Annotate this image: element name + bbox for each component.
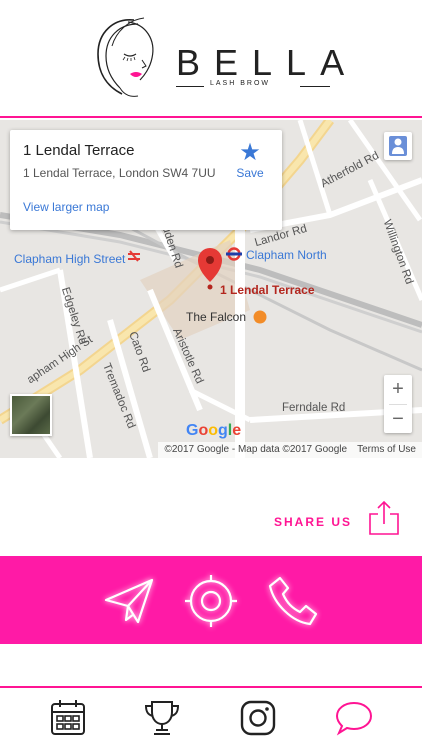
send-message-button[interactable] xyxy=(102,574,156,628)
info-card-address: 1 Lendal Terrace, London SW4 7UU xyxy=(23,166,216,180)
call-button[interactable] xyxy=(266,574,320,628)
map-pin-label: 1 Lendal Terrace xyxy=(220,283,315,297)
tab-bar-divider xyxy=(0,686,422,688)
map-attribution: ©2017 Google - Map data ©2017 Google xyxy=(164,444,348,455)
star-icon: ★ xyxy=(239,139,261,166)
calendar-icon xyxy=(51,700,85,735)
embedded-map[interactable]: Clapham High Street Clapham North 1 Lend… xyxy=(0,120,422,458)
zoom-out-button[interactable]: − xyxy=(384,405,412,434)
satellite-toggle[interactable] xyxy=(10,394,52,436)
face-logo-icon xyxy=(97,17,154,97)
map-attribution-bar: ©2017 Google - Map data ©2017 Google Term… xyxy=(158,442,422,458)
pegman-icon xyxy=(389,136,407,156)
trophy-icon xyxy=(144,701,180,735)
instagram-icon xyxy=(240,700,276,736)
info-card-title: 1 Lendal Terrace xyxy=(23,142,135,159)
app-header: BELLA LASH BROW xyxy=(0,0,422,118)
tab-rewards[interactable] xyxy=(142,698,182,738)
view-larger-map-link[interactable]: View larger map xyxy=(23,200,109,214)
share-us-label: SHARE US xyxy=(274,515,353,529)
header-divider xyxy=(0,116,422,118)
zoom-in-button[interactable]: + xyxy=(384,375,412,404)
save-location-button[interactable]: ★ Save xyxy=(230,140,270,188)
brand-name: BELLA xyxy=(176,42,359,83)
map-label-ferndale-rd: Ferndale Rd xyxy=(282,402,346,414)
map-label-clapham-north: Clapham North xyxy=(246,248,327,262)
share-icon xyxy=(369,500,399,535)
google-logo: Google xyxy=(186,422,242,439)
tagline-divider-right xyxy=(300,86,330,87)
terms-of-use-link[interactable]: Terms of Use xyxy=(357,444,416,455)
brand-tagline: LASH BROW xyxy=(210,80,271,87)
get-directions-button[interactable] xyxy=(184,574,238,628)
map-label-the-falcon: The Falcon xyxy=(186,310,247,324)
phone-icon xyxy=(268,576,318,626)
map-info-card: 1 Lendal Terrace 1 Lendal Terrace, Londo… xyxy=(10,130,282,230)
tab-calendar[interactable] xyxy=(48,698,88,738)
contact-actions-bar xyxy=(0,556,422,644)
map-label-clapham-high-street: Clapham High Street xyxy=(14,252,126,266)
chat-bubble-icon xyxy=(335,701,373,736)
tab-chat[interactable] xyxy=(334,698,374,738)
tagline-divider-left xyxy=(176,86,204,87)
paper-plane-icon xyxy=(104,578,154,624)
save-label: Save xyxy=(236,166,264,180)
tab-instagram[interactable] xyxy=(238,698,278,738)
zoom-controls: + − xyxy=(384,375,412,433)
street-view-button[interactable] xyxy=(384,132,412,160)
target-icon xyxy=(185,575,237,627)
